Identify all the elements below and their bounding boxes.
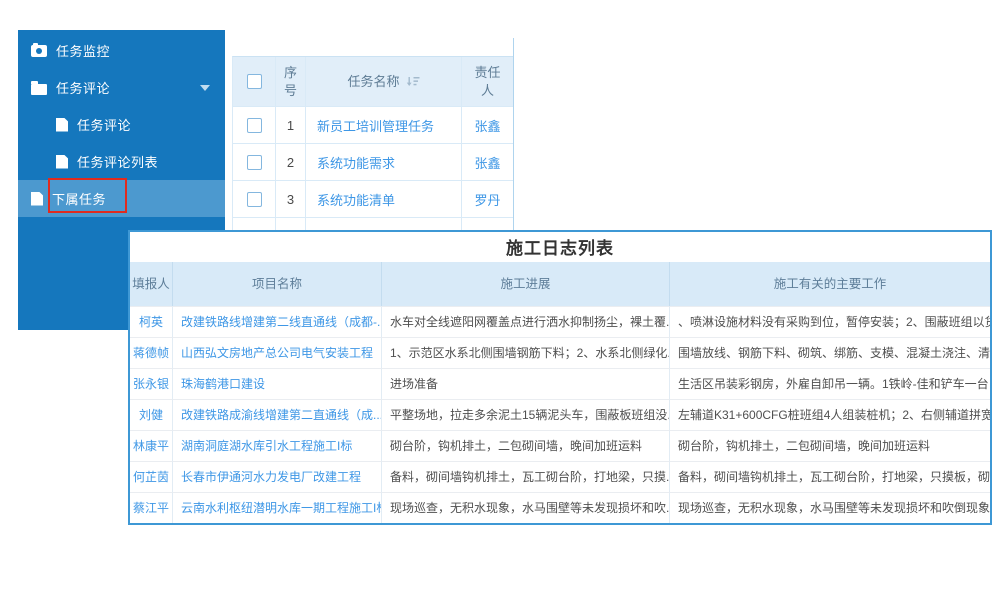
task-name-link[interactable]: 新员工培训管理任务 (306, 107, 462, 144)
column-header-reporter: 填报人 (130, 262, 173, 306)
file-icon (56, 155, 68, 169)
column-header-progress: 施工进展 (382, 262, 670, 306)
construction-log-panel: 施工日志列表 填报人 项目名称 施工进展 施工有关的主要工作 柯英 改建铁路线增… (128, 230, 992, 525)
construction-log-table: 填报人 项目名称 施工进展 施工有关的主要工作 柯英 改建铁路线增建第二线直通线… (130, 262, 990, 523)
sidebar-item-label: 任务监控 (56, 41, 110, 60)
sort-descending-icon[interactable] (406, 76, 420, 88)
task-table: 序号 任务名称 责任人 1 新员工培训管理任务 张鑫 2 系统功能需求 (232, 56, 513, 232)
reporter-link[interactable]: 何芷茵 (130, 461, 173, 492)
file-icon (31, 192, 43, 206)
row-index: 1 (276, 107, 306, 144)
task-owner-link[interactable]: 张鑫 (462, 107, 513, 144)
row-index: 2 (276, 144, 306, 181)
task-owner-link[interactable]: 罗丹 (462, 181, 513, 218)
work-cell: 生活区吊装彩钢房，外雇自卸吊一辆。1铁岭-佳和铲车一台 (670, 368, 990, 399)
progress-cell: 平整场地，拉走多余泥土15辆泥头车，围蔽板班组没... (382, 399, 670, 430)
select-all-cell (233, 57, 276, 107)
progress-cell: 砌台阶，钩机排土，二包砌间墙，晚间加班运料 (382, 430, 670, 461)
row-checkbox-cell (233, 144, 276, 181)
work-cell: 砌台阶，钩机排土，二包砌间墙，晚间加班运料 (670, 430, 990, 461)
sidebar-item-label: 任务评论 (56, 78, 110, 97)
reporter-link[interactable]: 张永银 (130, 368, 173, 399)
project-link[interactable]: 改建铁路成渝线增建第二直通线（成... (173, 399, 382, 430)
progress-cell: 水车对全线遮阳网覆盖点进行洒水抑制扬尘，裸土覆... (382, 306, 670, 337)
camera-icon (31, 45, 47, 57)
work-cell: 左辅道K31+600CFG桩班组4人组装桩机；2、右侧辅道拼宽... (670, 399, 990, 430)
page: 任务监控 任务评论 任务评论 任务评论列表 下属任务 序号 (0, 0, 1000, 600)
row-checkbox-cell (233, 181, 276, 218)
column-header-index: 序号 (276, 57, 306, 107)
row-index: 3 (276, 181, 306, 218)
sidebar-item-task-monitor[interactable]: 任务监控 (18, 32, 225, 69)
work-cell: 备料，砌间墙钩机排土，瓦工砌台阶，打地梁，只摸板，砌... (670, 461, 990, 492)
chevron-down-icon[interactable] (200, 85, 210, 91)
progress-cell: 进场准备 (382, 368, 670, 399)
column-header-label: 任务名称 (347, 73, 399, 91)
project-link[interactable]: 珠海鹤港口建设 (173, 368, 382, 399)
progress-cell: 现场巡查，无积水现象，水马围壁等未发现损坏和吹... (382, 492, 670, 523)
file-icon (56, 118, 68, 132)
project-link[interactable]: 山西弘文房地产总公司电气安装工程 (173, 337, 382, 368)
project-link[interactable]: 云南水利枢纽潜明水库一期工程施工I标 (173, 492, 382, 523)
column-header-work: 施工有关的主要工作 (670, 262, 990, 306)
task-owner-link[interactable]: 张鑫 (462, 144, 513, 181)
sidebar-item-label: 任务评论列表 (77, 152, 158, 171)
reporter-link[interactable]: 蒋德帧 (130, 337, 173, 368)
work-cell: 围墙放线、钢筋下料、砌筑、绑筋、支模、混凝土浇注、清... (670, 337, 990, 368)
project-link[interactable]: 长春市伊通河水力发电厂改建工程 (173, 461, 382, 492)
reporter-link[interactable]: 林康平 (130, 430, 173, 461)
sidebar-item-label: 任务评论 (77, 115, 131, 134)
row-checkbox[interactable] (247, 118, 262, 133)
progress-cell: 1、示范区水系北侧围墙钢筋下料；2、水系北侧绿化... (382, 337, 670, 368)
select-all-checkbox[interactable] (247, 74, 262, 89)
task-name-link[interactable]: 系统功能需求 (306, 144, 462, 181)
panel-title: 施工日志列表 (130, 232, 990, 262)
sidebar-item-task-comment-list[interactable]: 任务评论列表 (18, 143, 225, 180)
column-header-owner: 责任人 (462, 57, 513, 107)
project-link[interactable]: 改建铁路线增建第二线直通线（成都-... (173, 306, 382, 337)
work-cell: 、喷淋设施材料没有采购到位，暂停安装；2、围蔽班组以货... (670, 306, 990, 337)
sidebar-item-task-comment[interactable]: 任务评论 (18, 106, 225, 143)
sidebar-item-task-comments[interactable]: 任务评论 (18, 69, 225, 106)
column-header-task-name[interactable]: 任务名称 (306, 57, 462, 107)
row-checkbox[interactable] (247, 192, 262, 207)
work-cell: 现场巡查，无积水现象，水马围壁等未发现损坏和吹倒现象 ... (670, 492, 990, 523)
row-checkbox[interactable] (247, 155, 262, 170)
reporter-link[interactable]: 刘健 (130, 399, 173, 430)
column-header-project: 项目名称 (173, 262, 382, 306)
task-name-link[interactable]: 系统功能清单 (306, 181, 462, 218)
reporter-link[interactable]: 蔡江平 (130, 492, 173, 523)
task-table-panel: 序号 任务名称 责任人 1 新员工培训管理任务 张鑫 2 系统功能需求 (232, 38, 514, 232)
row-checkbox-cell (233, 107, 276, 144)
reporter-link[interactable]: 柯英 (130, 306, 173, 337)
project-link[interactable]: 湖南洞庭湖水库引水工程施工I标 (173, 430, 382, 461)
folder-open-icon (31, 84, 47, 95)
progress-cell: 备料，砌间墙钩机排土，瓦工砌台阶，打地梁，只摸... (382, 461, 670, 492)
highlight-box (48, 178, 127, 213)
